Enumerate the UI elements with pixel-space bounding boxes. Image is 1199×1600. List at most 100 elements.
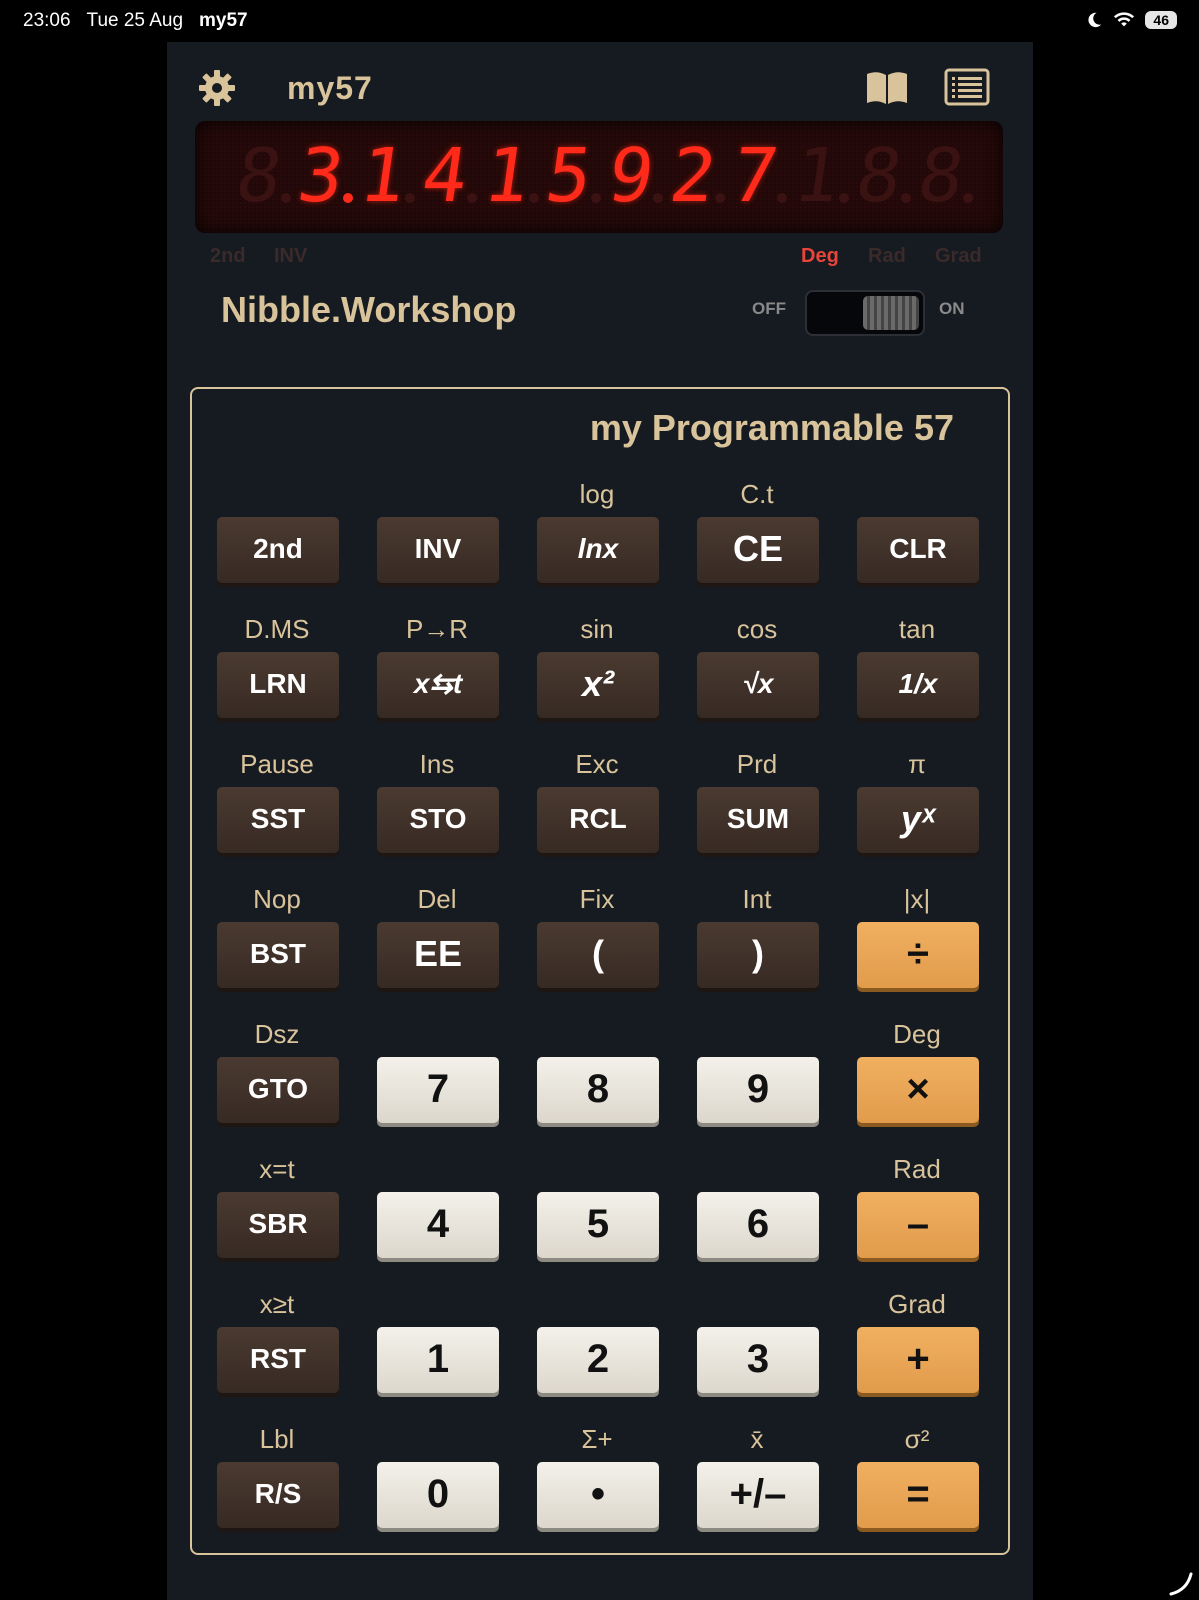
secondary-function-label [375, 1019, 499, 1049]
key-0[interactable]: 0 [377, 1462, 499, 1528]
brand-label: Nibble.Workshop [221, 289, 517, 330]
secondary-function-label: P→R [405, 614, 469, 644]
list-icon[interactable] [944, 68, 990, 106]
secondary-function-label: tan [898, 614, 936, 644]
display-decimal-point [467, 193, 477, 203]
display-digit: 4 [416, 133, 474, 219]
secondary-function-label: |x| [903, 884, 931, 914]
key-cell: Exc RCL [535, 749, 659, 859]
key-cell: 4 [375, 1154, 499, 1264]
key-cell: |x| ÷ [855, 884, 979, 994]
display-decimal-point [963, 193, 973, 203]
key-symbol-4-4[interactable]: × [857, 1057, 979, 1123]
key-inv[interactable]: INV [377, 517, 499, 583]
secondary-function-label [695, 1154, 819, 1184]
display-digit: 1 [478, 133, 536, 219]
secondary-function-label [375, 1154, 499, 1184]
key-6[interactable]: 6 [697, 1192, 819, 1258]
key-8[interactable]: 8 [537, 1057, 659, 1123]
key-lrn[interactable]: LRN [217, 652, 339, 718]
key-rst[interactable]: RST [217, 1327, 339, 1393]
key-cell: Rad – [855, 1154, 979, 1264]
key-cell: 1 [375, 1289, 499, 1399]
key-ee[interactable]: EE [377, 922, 499, 988]
key-cell: 2nd [215, 479, 339, 589]
status-date: Tue 25 Aug [86, 10, 184, 31]
key-cell: 2 [535, 1289, 659, 1399]
key-2nd[interactable]: 2nd [217, 517, 339, 583]
status-time: 23:06 [23, 10, 71, 31]
secondary-function-label: Dsz [254, 1019, 300, 1049]
key-sst[interactable]: SST [217, 787, 339, 853]
key-symbol-3-3[interactable]: ) [697, 922, 819, 988]
display-digit: 3 [292, 133, 350, 219]
secondary-function-label: Del [417, 884, 457, 914]
key-cell: C.t CE [695, 479, 819, 589]
key-lnx[interactable]: lnx [537, 517, 659, 583]
key-rcl[interactable]: RCL [537, 787, 659, 853]
key-cell: Σ+ • [535, 1424, 659, 1534]
key-7[interactable]: 7 [377, 1057, 499, 1123]
book-icon[interactable] [864, 70, 910, 106]
key-cell: Grad + [855, 1289, 979, 1399]
secondary-function-label: Σ+ [581, 1424, 613, 1454]
key-cell: π yˣ [855, 749, 979, 859]
key-y[interactable]: yˣ [857, 787, 979, 853]
key-symbol-3-4[interactable]: ÷ [857, 922, 979, 988]
indicator-inv: INV [274, 245, 308, 267]
key-cell: sin x² [535, 614, 659, 724]
gear-icon[interactable] [197, 68, 237, 108]
display-decimal-point [777, 193, 787, 203]
key-clr[interactable]: CLR [857, 517, 979, 583]
key-bst[interactable]: BST [217, 922, 339, 988]
display-digit: 1 [354, 133, 412, 219]
display-digit: 8 [912, 133, 970, 219]
display-decimal-point [343, 193, 353, 203]
wifi-icon [1114, 12, 1135, 27]
display-decimal-point [591, 193, 601, 203]
key-x[interactable]: √x [697, 652, 819, 718]
key-x-t[interactable]: x⇆t [377, 652, 499, 718]
key-x[interactable]: x² [537, 652, 659, 718]
key-1-x[interactable]: 1/x [857, 652, 979, 718]
key-symbol-5-4[interactable]: – [857, 1192, 979, 1258]
key-5[interactable]: 5 [537, 1192, 659, 1258]
key-2[interactable]: 2 [537, 1327, 659, 1393]
key-symbol-7-4[interactable]: = [857, 1462, 979, 1528]
key-cell: D.MS LRN [215, 614, 339, 724]
status-bar: 23:06 Tue 25 Aug my57 46 [0, 0, 1199, 42]
display-decimal-point [529, 193, 539, 203]
key-sbr[interactable]: SBR [217, 1192, 339, 1258]
key-sum[interactable]: SUM [697, 787, 819, 853]
key-1[interactable]: 1 [377, 1327, 499, 1393]
key-symbol-6-4[interactable]: + [857, 1327, 979, 1393]
key-symbol-3-2[interactable]: ( [537, 922, 659, 988]
key-sto[interactable]: STO [377, 787, 499, 853]
power-switch[interactable] [805, 290, 925, 336]
display-decimal-point [405, 193, 415, 203]
key-symbol-7-2[interactable]: • [537, 1462, 659, 1528]
secondary-function-label [535, 1289, 659, 1319]
secondary-function-label [375, 1289, 499, 1319]
key-3[interactable]: 3 [697, 1327, 819, 1393]
key-cell: tan 1/x [855, 614, 979, 724]
secondary-function-label: Exc [575, 749, 619, 779]
key-9[interactable]: 9 [697, 1057, 819, 1123]
key-ce[interactable]: CE [697, 517, 819, 583]
power-on-label: ON [939, 299, 965, 318]
secondary-function-label [375, 479, 499, 509]
secondary-function-label: D.MS [244, 614, 310, 644]
display-digit: 1 [788, 133, 846, 219]
led-display: 831415927188 [195, 121, 1003, 233]
secondary-function-label [215, 479, 339, 509]
key-gto[interactable]: GTO [217, 1057, 339, 1123]
key-4[interactable]: 4 [377, 1192, 499, 1258]
secondary-function-label: Pause [240, 749, 314, 779]
key-cell: Prd SUM [695, 749, 819, 859]
key-r-s[interactable]: R/S [217, 1462, 339, 1528]
power-switch-knob[interactable] [863, 296, 919, 330]
key-symbol-7-3[interactable]: +/– [697, 1462, 819, 1528]
secondary-function-label [695, 1289, 819, 1319]
secondary-function-label: x̄ [750, 1424, 764, 1454]
key-cell: σ² = [855, 1424, 979, 1534]
